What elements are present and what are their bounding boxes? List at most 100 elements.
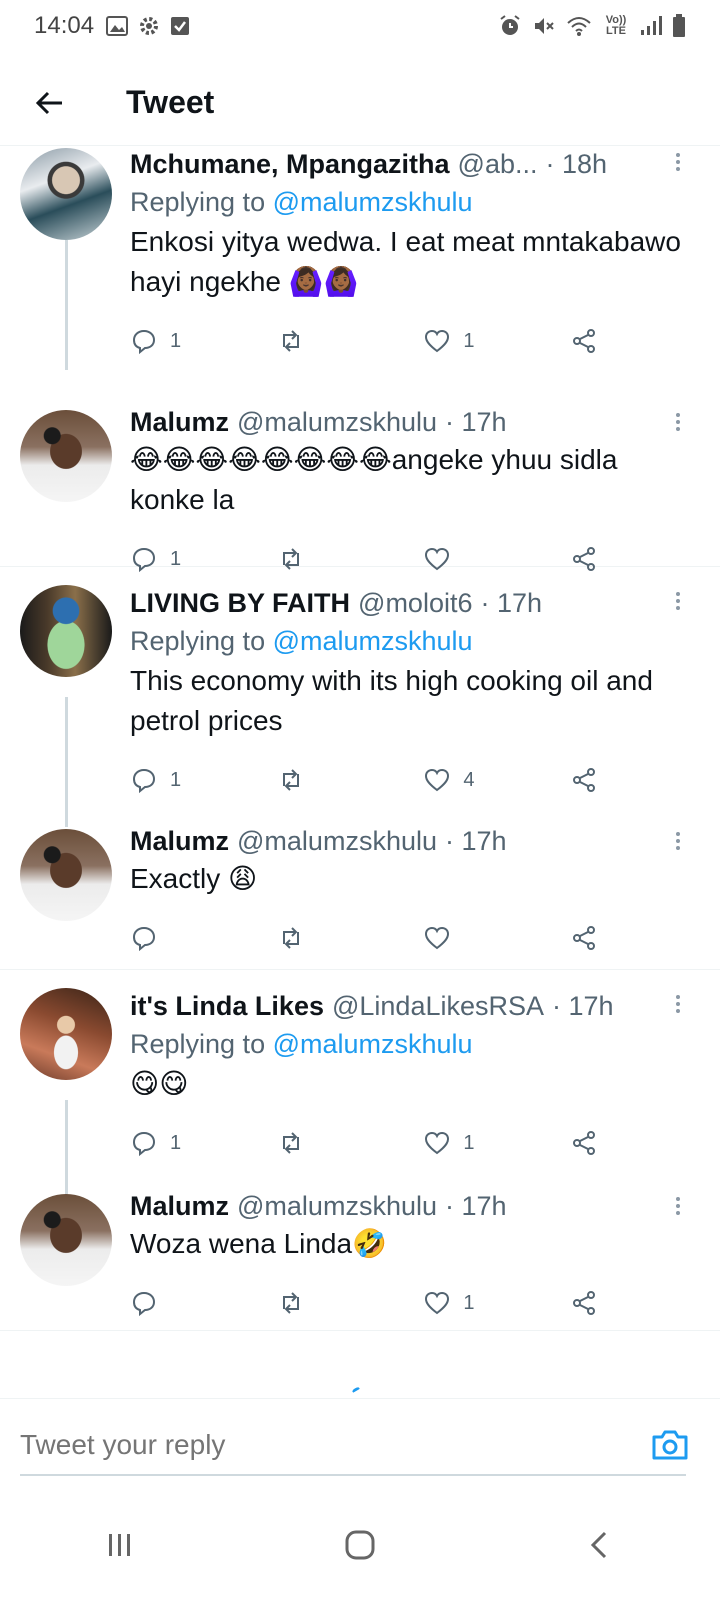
avatar[interactable]: [20, 988, 112, 1080]
tweet-actions: 1 1: [130, 316, 600, 366]
author-name[interactable]: Malumz: [130, 404, 229, 440]
tweet-item[interactable]: it's Linda Likes @LindaLikesRSA · 17h Re…: [0, 970, 720, 1196]
reply-input[interactable]: [20, 1428, 648, 1461]
author-name[interactable]: Malumz: [130, 1188, 229, 1224]
author-handle[interactable]: @moloit6: [358, 585, 472, 621]
tweet-item[interactable]: Malumz @malumzskhulu · 17h Exactly 😩: [0, 811, 720, 969]
tweet-time: · 17h: [444, 407, 507, 437]
share-button[interactable]: [570, 924, 600, 952]
retweet-icon: [282, 927, 299, 949]
reply-icon: [132, 768, 156, 794]
tweet-text: Exactly 😩: [130, 863, 258, 894]
share-icon: [572, 1131, 595, 1155]
share-icon: [572, 1291, 595, 1315]
like-button[interactable]: [423, 924, 483, 952]
retweet-icon: [282, 769, 299, 791]
tweet-text: Enkosi yitya wedwa. I eat meat mntakabaw…: [130, 226, 681, 297]
avatar[interactable]: [20, 1194, 112, 1286]
more-options-button[interactable]: [668, 150, 688, 174]
author-name[interactable]: LIVING BY FAITH: [130, 585, 350, 621]
author-handle[interactable]: @ab...: [458, 146, 538, 182]
like-button[interactable]: 1: [423, 1289, 483, 1317]
more-options-button[interactable]: [668, 992, 688, 1016]
loading-spinner: [351, 1386, 361, 1394]
author-name[interactable]: Mchumane, Mpangazitha: [130, 146, 450, 182]
heart-icon: [425, 329, 450, 353]
wifi-icon: [567, 17, 591, 36]
share-button[interactable]: [570, 327, 600, 355]
chevron-left-icon: [590, 1531, 607, 1559]
avatar[interactable]: [20, 829, 112, 921]
settings-icon: [140, 17, 159, 35]
thread-line: [65, 1100, 68, 1196]
reply-icon: [132, 329, 156, 355]
retweet-button[interactable]: [277, 924, 337, 952]
author-name[interactable]: Malumz: [130, 823, 229, 859]
share-button[interactable]: [570, 766, 600, 794]
tweet-feed[interactable]: Mchumane, Mpangazitha @ab... · 18h Reply…: [0, 146, 720, 1331]
status-time: 14:04: [34, 12, 95, 39]
share-button[interactable]: [570, 1129, 600, 1157]
retweet-button[interactable]: [277, 327, 337, 355]
replying-to-line: Replying to @malumzskhulu: [130, 1024, 686, 1064]
like-count: 1: [463, 1131, 475, 1154]
image-icon: [106, 16, 129, 36]
heart-icon: [425, 1291, 450, 1315]
replying-to-line: Replying to @malumzskhulu: [130, 182, 686, 222]
retweet-button[interactable]: [277, 1289, 337, 1317]
more-options-button[interactable]: [668, 589, 688, 613]
author-name[interactable]: it's Linda Likes: [130, 988, 324, 1024]
mute-icon: [535, 18, 554, 34]
reply-count: 1: [170, 1131, 182, 1154]
back-button[interactable]: [20, 73, 80, 133]
tweet-actions: 1: [130, 1278, 600, 1328]
back-nav-button[interactable]: [570, 1515, 630, 1575]
reply-button[interactable]: [130, 1289, 190, 1317]
heart-icon: [425, 1131, 450, 1155]
like-button[interactable]: 4: [423, 766, 483, 794]
reply-button[interactable]: 1: [130, 1129, 190, 1157]
replying-prefix: Replying to: [130, 626, 273, 656]
author-handle[interactable]: @malumzskhulu: [237, 823, 437, 859]
battery-icon: [673, 14, 685, 37]
retweet-button[interactable]: [277, 1129, 337, 1157]
tweet-time: · 17h: [444, 1191, 507, 1221]
reply-button[interactable]: 1: [130, 766, 190, 794]
more-options-button[interactable]: [668, 829, 688, 853]
replying-to-link[interactable]: @malumzskhulu: [273, 626, 473, 656]
recents-button[interactable]: [90, 1515, 150, 1575]
replying-prefix: Replying to: [130, 1029, 273, 1059]
home-button[interactable]: [330, 1515, 390, 1575]
like-count: 4: [463, 768, 475, 791]
replying-to-link[interactable]: @malumzskhulu: [273, 187, 473, 217]
tweet-item[interactable]: Malumz @malumzskhulu · 17h Woza wena Lin…: [0, 1174, 720, 1330]
network-badge: Vo)) LTE: [605, 14, 627, 37]
heart-icon: [425, 768, 450, 792]
like-button[interactable]: 1: [423, 327, 483, 355]
retweet-icon: [282, 330, 299, 352]
more-options-button[interactable]: [668, 1194, 688, 1218]
author-handle[interactable]: @malumzskhulu: [237, 1188, 437, 1224]
avatar[interactable]: [20, 410, 112, 502]
checkbox-icon: [171, 17, 190, 35]
thread-line: [65, 240, 68, 370]
author-handle[interactable]: @malumzskhulu: [237, 404, 437, 440]
share-button[interactable]: [570, 1289, 600, 1317]
avatar[interactable]: [20, 585, 112, 677]
more-options-button[interactable]: [668, 410, 688, 434]
reply-count: 1: [170, 329, 182, 352]
retweet-button[interactable]: [277, 766, 337, 794]
author-handle[interactable]: @LindaLikesRSA: [332, 988, 544, 1024]
replying-to-link[interactable]: @malumzskhulu: [273, 1029, 473, 1059]
tweet-item[interactable]: Malumz @malumzskhulu · 17h 😂😂😂😂😂😂😂😂angek…: [0, 368, 720, 573]
reply-bar: [0, 1398, 720, 1490]
reply-icon: [132, 1131, 156, 1157]
reply-button[interactable]: [130, 924, 190, 952]
camera-button[interactable]: [648, 1423, 692, 1467]
avatar[interactable]: [20, 148, 112, 240]
tweet-item[interactable]: Mchumane, Mpangazitha @ab... · 18h Reply…: [0, 146, 720, 370]
tweet-item[interactable]: LIVING BY FAITH @moloit6 · 17h Replying …: [0, 567, 720, 827]
tweet-text: 😋😋: [130, 1068, 189, 1099]
like-button[interactable]: 1: [423, 1129, 483, 1157]
reply-button[interactable]: 1: [130, 327, 190, 355]
